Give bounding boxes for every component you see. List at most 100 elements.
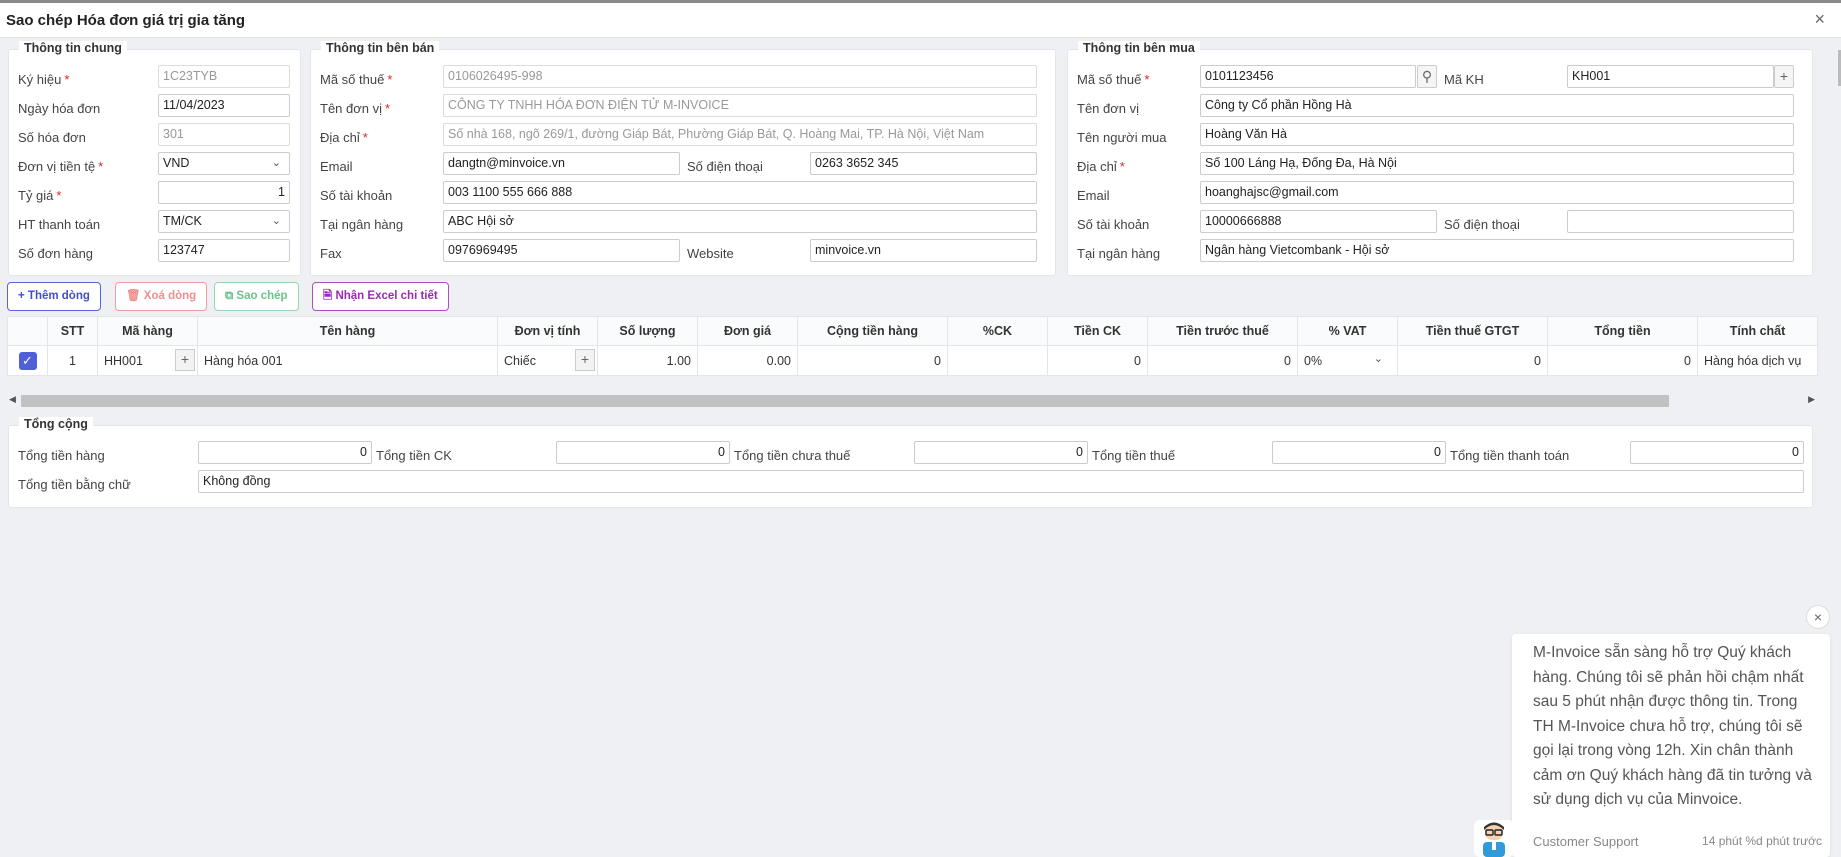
delete-row-button[interactable]: 🗑 Xoá dòng (115, 282, 208, 311)
support-avatar[interactable] (1474, 820, 1514, 857)
total-words-field[interactable]: Không đồng (198, 470, 1804, 493)
buyer-person-label: Tên người mua (1077, 130, 1167, 145)
customer-code-field[interactable]: KH001 (1567, 65, 1774, 88)
total-pretax-field[interactable]: 0 (914, 441, 1088, 464)
total-goods-field[interactable]: 0 (198, 441, 372, 464)
cell-name[interactable]: Hàng hóa 001 (197, 345, 498, 376)
buyer-tax-code-field[interactable]: 0101123456 (1200, 65, 1416, 88)
cell-vat-amount[interactable]: 0 (1397, 345, 1548, 376)
total-payment-field[interactable]: 0 (1630, 441, 1804, 464)
seller-address-field[interactable]: Số nhà 168, ngõ 269/1, đường Giáp Bát, P… (443, 123, 1037, 146)
table-row[interactable]: ✓ 1 HH001 + Hàng hóa 001 Chiếc + 1.00 0.00… (7, 345, 1818, 376)
seller-account-label: Số tài khoản (320, 188, 393, 203)
payment-method-label: HT thanh toán (18, 217, 101, 232)
buyer-info-legend: Thông tin bên mua (1078, 41, 1200, 55)
seller-bank-field[interactable]: ABC Hội sở (443, 210, 1037, 233)
invoice-date-field[interactable]: 11/04/2023 (158, 94, 290, 117)
seller-website-label: Website (687, 246, 734, 261)
plus-icon: + (18, 290, 28, 302)
scroll-right-icon[interactable]: ▶ (1808, 394, 1815, 405)
col-amount: Cộng tiền hàng (797, 316, 948, 346)
buyer-bank-field[interactable]: Ngân hàng Vietcombank - Hội sở (1200, 239, 1794, 262)
symbol-field[interactable]: 1C23TYB (158, 65, 290, 88)
buyer-account-field[interactable]: 10000666888 (1200, 210, 1437, 233)
total-tax-field[interactable]: 0 (1272, 441, 1446, 464)
seller-phone-field[interactable]: 0263 3652 345 (810, 152, 1037, 175)
seller-account-field[interactable]: 003 1100 555 666 888 (443, 181, 1037, 204)
row-checkbox[interactable]: ✓ (7, 345, 48, 376)
horizontal-scrollbar[interactable]: ◀ ▶ (7, 394, 1817, 409)
scroll-left-icon[interactable]: ◀ (9, 394, 16, 405)
cell-amount[interactable]: 0 (797, 345, 948, 376)
buyer-address-field[interactable]: Số 100 Láng Hạ, Đống Đa, Hà Nội (1200, 152, 1794, 175)
col-stt: STT (47, 316, 98, 346)
customer-code-label: Mã KH (1444, 72, 1484, 87)
check-icon: ✓ (18, 351, 37, 370)
cell-nature[interactable]: Hàng hóa dịch vụ (1697, 345, 1818, 376)
seller-fax-field[interactable]: 0976969495 (443, 239, 680, 262)
buyer-info-panel: Thông tin bên mua Mã số thuế * 0101123456… (1067, 41, 1813, 276)
cell-ck-pct[interactable] (947, 345, 1048, 376)
cell-pre-tax[interactable]: 0 (1147, 345, 1298, 376)
add-row-button[interactable]: + Thêm dòng (7, 282, 101, 311)
buyer-phone-field[interactable] (1567, 210, 1794, 233)
close-chat-icon[interactable]: × (1806, 605, 1830, 629)
payment-method-select[interactable]: TM/CK ⌄ (158, 210, 290, 233)
totals-panel: Tổng cộng Tổng tiền hàng 0 Tổng tiền CK … (8, 417, 1813, 508)
dialog-title: Sao chép Hóa đơn giá trị gia tăng (6, 12, 246, 29)
import-excel-button[interactable]: 🗎 Nhận Excel chi tiết (312, 282, 449, 311)
cell-qty[interactable]: 1.00 (597, 345, 698, 376)
general-info-panel: Thông tin chung Ký hiệu * 1C23TYB Ngày hó… (8, 41, 301, 276)
buyer-tax-code-label: Mã số thuế * (1077, 72, 1150, 87)
exchange-rate-field[interactable]: 1 (158, 181, 290, 204)
add-customer-icon[interactable]: + (1774, 65, 1794, 88)
add-unit-icon[interactable]: + (575, 349, 595, 371)
close-icon[interactable]: × (1814, 9, 1825, 30)
search-icon[interactable]: ⚲ (1417, 65, 1437, 88)
chevron-down-icon: ⌄ (271, 215, 281, 227)
seller-phone-label: Số điện thoại (687, 159, 763, 174)
cell-total[interactable]: 0 (1547, 345, 1698, 376)
buyer-email-field[interactable]: hoanghajsc@gmail.com (1200, 181, 1794, 204)
seller-name-field[interactable]: CÔNG TY TNHH HÓA ĐƠN ĐIỆN TỬ M-INVOICE (443, 94, 1037, 117)
copy-button[interactable]: ⧉ Sao chép (214, 282, 299, 311)
support-message: M-Invoice sẵn sàng hỗ trợ Quý khách hàng… (1533, 644, 1812, 808)
chevron-down-icon: ⌄ (1373, 353, 1383, 365)
copy-icon: ⧉ (225, 290, 237, 302)
seller-email-label: Email (320, 159, 353, 174)
buyer-person-field[interactable]: Hoàng Văn Hà (1200, 123, 1794, 146)
dialog-header: Sao chép Hóa đơn giá trị gia tăng × (0, 3, 1841, 38)
order-number-field[interactable]: 123747 (158, 239, 290, 262)
cell-stt: 1 (47, 345, 98, 376)
add-item-icon[interactable]: + (175, 349, 195, 371)
cell-vat-select[interactable]: 0% ⌄ (1297, 345, 1398, 376)
scrollbar-thumb[interactable] (21, 395, 1669, 407)
invoice-number-field[interactable]: 301 (158, 123, 290, 146)
col-ck: Tiền CK (1047, 316, 1148, 346)
seller-name-label: Tên đơn vị * (320, 101, 391, 116)
file-icon: 🗎 (323, 290, 336, 302)
seller-tax-code-field[interactable]: 0106026495-998 (443, 65, 1037, 88)
seller-website-field[interactable]: minvoice.vn (810, 239, 1037, 262)
seller-email-field[interactable]: dangtn@minvoice.vn (443, 152, 680, 175)
col-total: Tổng tiền (1547, 316, 1698, 346)
cell-code[interactable]: HH001 + (97, 345, 198, 376)
order-number-label: Số đơn hàng (18, 246, 94, 261)
col-price: Đơn giá (697, 316, 798, 346)
seller-fax-label: Fax (320, 246, 342, 261)
exchange-rate-label: Tỷ giá * (18, 188, 62, 203)
currency-select[interactable]: VND ⌄ (158, 152, 290, 175)
seller-info-legend: Thông tin bên bán (321, 41, 440, 55)
buyer-company-field[interactable]: Công ty Cổ phần Hồng Hà (1200, 94, 1794, 117)
cell-unit[interactable]: Chiếc + (497, 345, 598, 376)
totals-legend: Tổng cộng (19, 417, 93, 431)
col-unit: Đơn vị tính (497, 316, 598, 346)
agent-avatar-icon (1483, 822, 1505, 857)
cell-ck[interactable]: 0 (1047, 345, 1148, 376)
total-pretax-label: Tổng tiền chưa thuế (734, 448, 851, 463)
invoice-lines-table: STT Mã hàng Tên hàng Đơn vị tính Số lượn… (7, 316, 1818, 376)
col-name: Tên hàng (197, 316, 498, 346)
total-ck-field[interactable]: 0 (556, 441, 730, 464)
cell-price[interactable]: 0.00 (697, 345, 798, 376)
seller-address-label: Địa chỉ * (320, 130, 368, 145)
